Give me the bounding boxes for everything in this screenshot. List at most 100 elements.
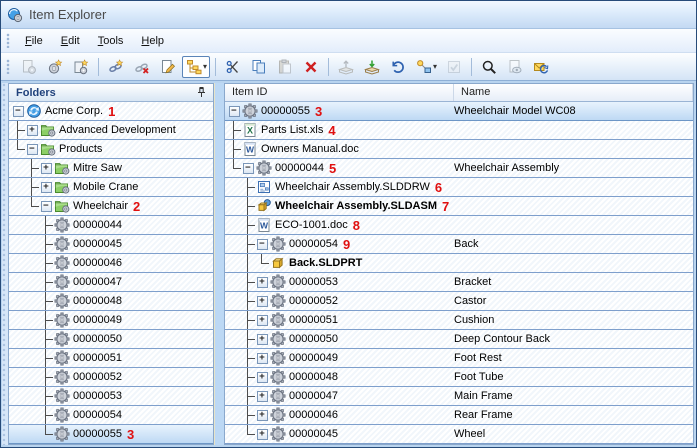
pin-icon[interactable] <box>194 86 208 100</box>
copy-button[interactable] <box>247 56 271 78</box>
tree-row[interactable]: 00000048 <box>9 292 213 311</box>
expand-toggle[interactable]: + <box>256 295 268 307</box>
list-row[interactable]: X Parts List.xls 4 <box>225 121 693 140</box>
preview-document-button[interactable] <box>503 56 527 78</box>
expand-toggle[interactable]: + <box>256 314 268 326</box>
list-row[interactable]: +00000053 Bracket <box>225 273 693 292</box>
collapse-toggle[interactable]: − <box>228 105 240 117</box>
tree-row[interactable]: 00000045 <box>9 235 213 254</box>
tree-row[interactable]: + Mitre Saw <box>9 159 213 178</box>
tree-guide <box>25 368 39 386</box>
list-row[interactable]: +00000052 Castor <box>225 292 693 311</box>
menu-file[interactable]: File <box>16 32 52 50</box>
create-link-button[interactable] <box>104 56 128 78</box>
panel-splitter[interactable] <box>214 83 224 445</box>
check-in-button[interactable] <box>360 56 384 78</box>
collapse-toggle[interactable]: − <box>26 143 38 155</box>
tree-guide <box>227 216 241 234</box>
toolbar-grip-handle[interactable] <box>6 59 11 74</box>
list-row[interactable]: +00000048 Foot Tube <box>225 368 693 387</box>
list-row[interactable]: Wheelchair Assembly.SLDDRW 6 <box>225 178 693 197</box>
change-state-button[interactable]: ▾ <box>412 56 440 78</box>
list-row[interactable]: +00000046 Rear Frame <box>225 406 693 425</box>
list-row[interactable]: +00000049 Foot Rest <box>225 349 693 368</box>
list-row[interactable]: +00000051 Cushion <box>225 311 693 330</box>
list-row[interactable]: Wheelchair Assembly.SLDASM 7 <box>225 197 693 216</box>
new-item-button[interactable] <box>43 56 67 78</box>
remove-link-button[interactable] <box>130 56 154 78</box>
tree-guide <box>25 311 39 329</box>
expand-toggle[interactable]: + <box>256 390 268 402</box>
undo-checkout-button[interactable] <box>386 56 410 78</box>
item-icon <box>53 274 70 290</box>
tree-display-options-button[interactable]: ▾ <box>182 55 211 78</box>
menu-help[interactable]: Help <box>132 32 173 50</box>
list-row[interactable]: Back.SLDPRT <box>225 254 693 273</box>
delete-button[interactable] <box>299 56 323 78</box>
tree-row[interactable]: 00000051 <box>9 349 213 368</box>
tree-row[interactable]: + Mobile Crane <box>9 178 213 197</box>
column-header-item-id[interactable]: Item ID <box>225 84 454 101</box>
tree-guide <box>241 406 255 424</box>
list-row[interactable]: W Owners Manual.doc <box>225 140 693 159</box>
tree-guide: + <box>255 311 269 329</box>
tree-row[interactable]: 00000052 <box>9 368 213 387</box>
menu-tools[interactable]: Tools <box>89 32 133 50</box>
column-header-name[interactable]: Name <box>454 84 693 101</box>
approve-button[interactable] <box>442 56 466 78</box>
expand-toggle[interactable]: + <box>40 162 52 174</box>
tree-guide <box>25 406 39 424</box>
expand-toggle[interactable]: + <box>256 428 268 440</box>
save-as-new-item-button[interactable] <box>69 56 93 78</box>
tree-row[interactable]: 00000050 <box>9 330 213 349</box>
tree-row[interactable]: 00000055 3 <box>9 425 213 444</box>
list-row[interactable]: − 00000044 5 Wheelchair Assembly <box>225 159 693 178</box>
svg-text:X: X <box>246 126 252 136</box>
expand-toggle[interactable]: + <box>256 276 268 288</box>
dropdown-caret-icon: ▾ <box>203 62 208 71</box>
edit-document-button[interactable] <box>156 56 180 78</box>
check-out-button[interactable] <box>334 56 358 78</box>
list-row[interactable]: +00000050 Deep Contour Back <box>225 330 693 349</box>
tree-row[interactable]: − Products <box>9 140 213 159</box>
expand-toggle[interactable]: + <box>256 409 268 421</box>
view-properties-button[interactable] <box>17 56 41 78</box>
expand-toggle[interactable]: + <box>256 371 268 383</box>
tree-row[interactable]: 00000049 <box>9 311 213 330</box>
menu-edit[interactable]: Edit <box>52 32 89 50</box>
paste-button[interactable] <box>273 56 297 78</box>
tree-guide: − <box>255 235 269 253</box>
tree-row[interactable]: 00000054 <box>9 406 213 425</box>
tree-row[interactable]: + Advanced Development <box>9 121 213 140</box>
expand-toggle[interactable]: + <box>26 124 38 136</box>
collapse-toggle[interactable]: − <box>242 162 254 174</box>
callout-3: 3 <box>314 103 323 119</box>
collapse-toggle[interactable]: − <box>12 105 24 117</box>
tree-guide <box>39 311 53 329</box>
tree-guide <box>227 292 241 310</box>
list-row[interactable]: +00000047 Main Frame <box>225 387 693 406</box>
list-row[interactable]: − 00000054 9 Back <box>225 235 693 254</box>
send-notification-button[interactable] <box>529 56 553 78</box>
item-label: Wheelchair Assembly.SLDDRW <box>275 181 430 193</box>
list-row[interactable]: +00000045 Wheel <box>225 425 693 444</box>
collapse-toggle[interactable]: − <box>40 200 52 212</box>
collapse-toggle[interactable]: − <box>256 238 268 250</box>
tree-row[interactable]: 00000044 <box>9 216 213 235</box>
expand-toggle[interactable]: + <box>256 333 268 345</box>
list-row[interactable]: W ECO-1001.doc 8 <box>225 216 693 235</box>
name-cell: Wheelchair Model WC08 <box>454 105 576 117</box>
list-row[interactable]: − 00000055 3 Wheelchair Model WC08 <box>225 102 693 121</box>
tree-row[interactable]: 00000046 <box>9 254 213 273</box>
name-cell: Foot Rest <box>454 352 502 364</box>
tree-row[interactable]: 00000053 <box>9 387 213 406</box>
tree-row[interactable]: − Acme Corp. 1 <box>9 102 213 121</box>
menubar-grip-handle[interactable] <box>6 33 11 48</box>
expand-toggle[interactable]: + <box>256 352 268 364</box>
tree-row[interactable]: − Wheelchair 2 <box>9 197 213 216</box>
cut-button[interactable] <box>221 56 245 78</box>
tree-row[interactable]: 00000047 <box>9 273 213 292</box>
search-button[interactable] <box>477 56 501 78</box>
expand-toggle[interactable]: + <box>40 181 52 193</box>
tree-guide <box>39 273 53 291</box>
